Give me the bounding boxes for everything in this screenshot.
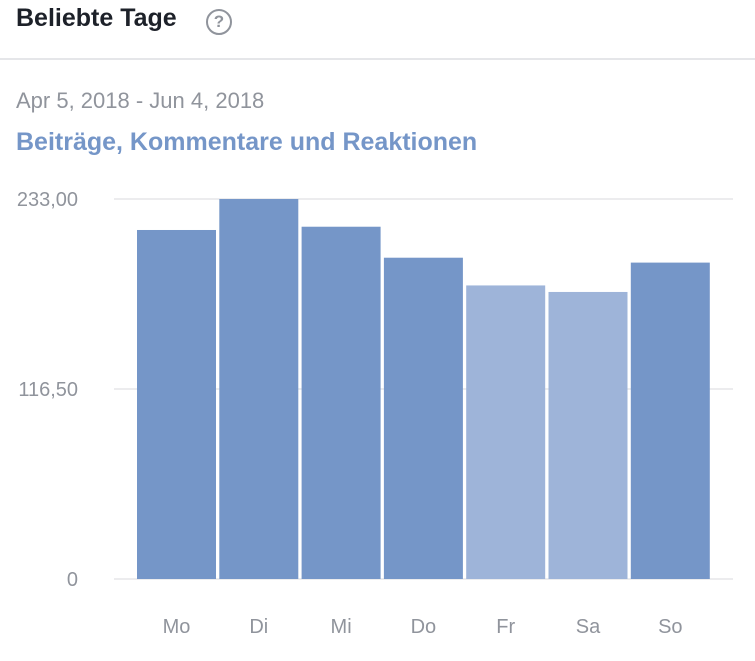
x-tick-label: Fr [496, 616, 515, 638]
x-tick-label: Sa [576, 616, 601, 638]
x-tick-label: Mi [331, 616, 352, 638]
y-tick-label: 233,00 [17, 189, 78, 211]
bar-mi[interactable] [301, 226, 381, 579]
bar-chart: 0 116,50 233,00 Mo Di Mi Do Fr Sa So [17, 189, 733, 638]
bar-fr[interactable] [466, 285, 546, 579]
bar-so[interactable] [630, 262, 710, 579]
y-tick-label: 0 [67, 569, 78, 591]
y-axis-labels: 0 116,50 233,00 [17, 189, 78, 591]
bar-di[interactable] [219, 199, 299, 579]
bar-sa[interactable] [548, 291, 628, 579]
x-tick-label: Mo [163, 616, 191, 638]
x-axis-labels: Mo Di Mi Do Fr Sa So [163, 616, 683, 638]
x-tick-label: So [658, 616, 682, 638]
bars [137, 199, 710, 579]
bar-do[interactable] [383, 257, 463, 579]
x-tick-label: Do [411, 616, 437, 638]
bar-mo[interactable] [137, 229, 216, 579]
x-tick-label: Di [249, 616, 268, 638]
y-tick-label: 116,50 [18, 379, 78, 401]
